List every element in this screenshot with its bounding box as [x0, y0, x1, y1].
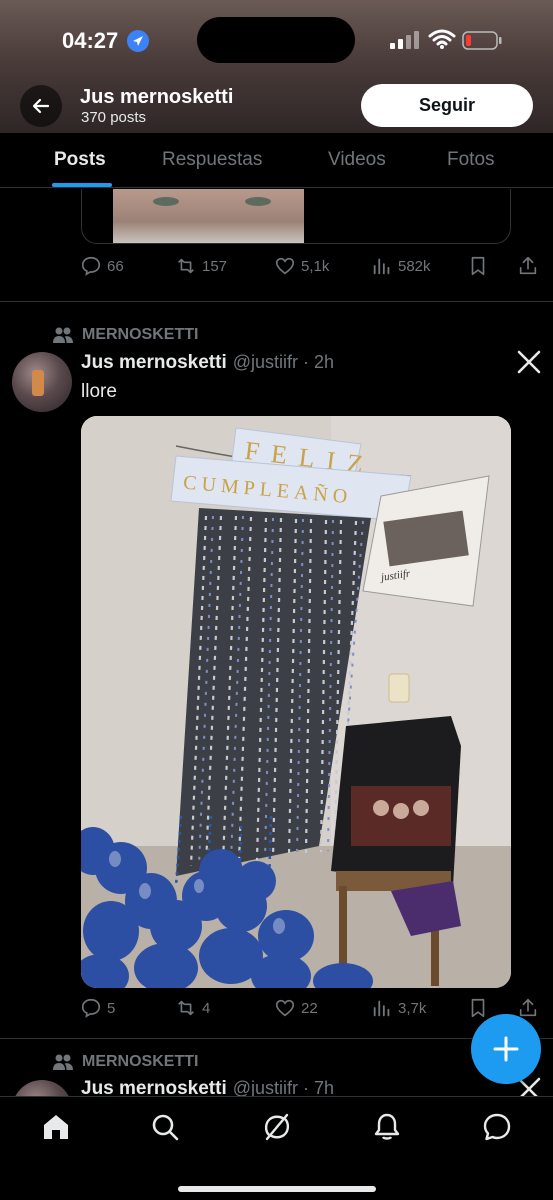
birthday-photo: FELIZ CUMPLEAÑO justiifr — [81, 416, 511, 988]
status-time: 04:27 — [62, 28, 119, 53]
reply-button[interactable]: 66 — [80, 255, 124, 277]
views-icon — [373, 258, 390, 275]
bookmark-button[interactable] — [467, 997, 489, 1019]
avatar-photo-detail — [32, 370, 44, 396]
back-arrow-icon — [32, 98, 50, 114]
messages-icon[interactable] — [482, 1112, 512, 1142]
bookmark-icon — [471, 998, 485, 1018]
reply-button[interactable]: 5 — [80, 997, 115, 1019]
repost-button[interactable]: 157 — [175, 255, 227, 277]
repost-label: MERNOSKETTI — [82, 1053, 199, 1070]
reply-count: 66 — [107, 257, 124, 275]
people-icon — [53, 327, 73, 343]
like-button[interactable]: 5,1k — [274, 255, 329, 277]
post-divider — [0, 1038, 553, 1039]
share-button[interactable] — [517, 997, 539, 1019]
like-count: 5,1k — [301, 257, 330, 275]
repost-indicator[interactable]: MERNOSKETTI — [52, 326, 198, 344]
bottom-navigation — [0, 1096, 553, 1200]
wall-poster: justiifr — [362, 475, 490, 607]
profile-header: 04:27 Jus mernosketti 370 posts Seguir — [0, 0, 553, 133]
posts-count: 370 posts — [81, 109, 147, 126]
views-icon — [373, 1000, 390, 1017]
repost-button[interactable]: 4 — [175, 997, 210, 1019]
post-actions: 5 4 22 3,7k — [80, 997, 540, 1023]
bookmark-button[interactable] — [467, 255, 489, 277]
views-button[interactable]: 582k — [371, 255, 431, 277]
signal-icon — [390, 31, 419, 49]
previous-post-photo — [113, 189, 304, 243]
post-divider — [0, 301, 553, 302]
views-count: 3,7k — [398, 999, 427, 1017]
active-tab-indicator — [52, 183, 112, 187]
repost-count: 4 — [202, 999, 211, 1017]
previous-post-media[interactable] — [81, 189, 511, 244]
author-handle-time[interactable]: @justiifr · 2h — [233, 352, 334, 373]
reply-icon — [81, 998, 101, 1018]
like-count: 22 — [301, 999, 318, 1017]
wifi-icon — [428, 29, 456, 49]
location-arrow-icon — [127, 30, 149, 52]
follow-button[interactable]: Seguir — [361, 84, 533, 127]
photo-detail — [245, 197, 271, 206]
light-switch — [388, 673, 410, 703]
like-icon — [275, 999, 295, 1017]
post-image[interactable]: FELIZ CUMPLEAÑO justiifr — [81, 416, 511, 988]
tab-posts[interactable]: Posts — [54, 149, 106, 171]
repost-label: MERNOSKETTI — [82, 326, 199, 343]
repost-count: 157 — [202, 257, 228, 275]
share-icon — [519, 998, 537, 1017]
previous-post-actions: 66 157 5,1k 582k — [80, 255, 540, 281]
search-icon[interactable] — [150, 1112, 180, 1142]
post-text: llore — [81, 381, 117, 402]
people-icon — [53, 1054, 73, 1070]
reply-count: 5 — [107, 999, 116, 1017]
bell-icon[interactable] — [372, 1112, 402, 1142]
battery-low-icon — [462, 31, 502, 50]
repost-indicator[interactable]: MERNOSKETTI — [52, 1053, 198, 1071]
reply-icon — [81, 256, 101, 276]
views-button[interactable]: 3,7k — [371, 997, 426, 1019]
post-header: Jus mernosketti @justiifr · 2h — [81, 352, 334, 374]
plus-icon — [493, 1036, 519, 1062]
photo-detail — [153, 197, 179, 206]
dynamic-island — [197, 17, 355, 63]
tab-fotos[interactable]: Fotos — [447, 149, 495, 171]
author-name[interactable]: Jus mernosketti — [81, 352, 227, 374]
tab-respuestas[interactable]: Respuestas — [162, 149, 262, 171]
avatar[interactable] — [12, 352, 72, 412]
bookmark-icon — [471, 256, 485, 276]
profile-tabs: Posts Respuestas Videos Fotos — [0, 133, 553, 188]
views-count: 582k — [398, 257, 431, 275]
home-icon[interactable] — [41, 1112, 71, 1142]
repost-icon — [178, 1000, 194, 1016]
like-icon — [275, 257, 295, 275]
tab-videos[interactable]: Videos — [328, 149, 386, 171]
repost-icon — [178, 258, 194, 274]
share-icon — [519, 256, 537, 275]
x-logo-icon — [517, 350, 541, 374]
share-button[interactable] — [517, 255, 539, 277]
compose-button[interactable] — [471, 1014, 541, 1084]
like-button[interactable]: 22 — [274, 997, 318, 1019]
back-button[interactable] — [20, 85, 62, 127]
grok-icon[interactable] — [262, 1112, 292, 1142]
profile-name: Jus mernosketti — [80, 86, 234, 108]
home-indicator — [178, 1186, 376, 1192]
